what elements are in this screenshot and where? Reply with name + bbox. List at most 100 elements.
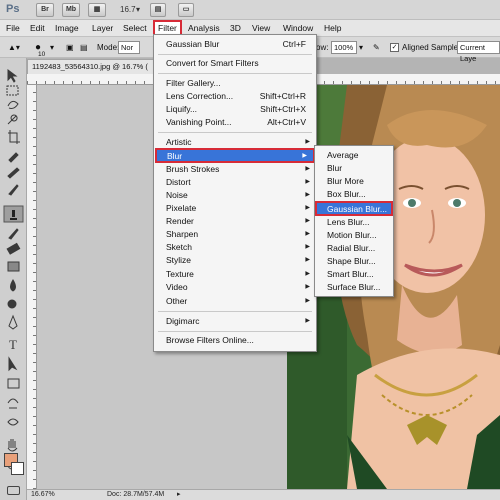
brush-panel-icon[interactable]: ▣	[66, 37, 74, 58]
menu-layer[interactable]: Layer	[92, 20, 113, 37]
3d-rotate-tool-icon[interactable]	[7, 398, 19, 409]
document-tab[interactable]: 1192483_53564310.jpg @ 16.7% (	[27, 59, 157, 74]
vertical-ruler[interactable]	[27, 85, 37, 489]
submenu-arrow-icon: ▶	[302, 153, 307, 159]
menu-item-render[interactable]: Render ▶	[154, 215, 316, 228]
submenu-item-smart-blur[interactable]: Smart Blur...	[315, 268, 393, 281]
sample-label: Sample:	[431, 43, 461, 52]
brush-tool-icon[interactable]	[8, 184, 19, 196]
sample-select[interactable]: Current Laye	[457, 41, 500, 63]
menu-item-texture[interactable]: Texture ▶	[154, 268, 316, 281]
submenu-arrow-icon: ▶	[305, 318, 310, 324]
flow-input[interactable]: 100%	[331, 41, 357, 54]
menu-item-sharpen[interactable]: Sharpen ▶	[154, 228, 316, 241]
brush-dropdown-icon[interactable]: ▾	[50, 37, 54, 58]
submenu-item-lens-blur[interactable]: Lens Blur...	[315, 216, 393, 229]
menu-item-other[interactable]: Other ▶	[154, 295, 316, 308]
menu-item-vanishing-point[interactable]: Vanishing Point... Alt+Ctrl+V	[154, 116, 316, 129]
submenu-item-blur[interactable]: Blur	[315, 162, 393, 175]
tools-panel: T	[0, 58, 27, 500]
submenu-item-shape-blur[interactable]: Shape Blur...	[315, 255, 393, 268]
crop-tool-icon[interactable]	[8, 130, 20, 144]
marquee-tool-icon[interactable]	[6, 85, 19, 96]
zoom-dropdown-icon[interactable]: ▾	[136, 3, 140, 17]
menu-item-brush-strokes[interactable]: Brush Strokes ▶	[154, 163, 316, 176]
menu-item-lens-correction[interactable]: Lens Correction... Shift+Ctrl+R	[154, 90, 316, 103]
menu-edit[interactable]: Edit	[30, 20, 45, 37]
menu-item-pixelate[interactable]: Pixelate ▶	[154, 202, 316, 215]
airbrush-icon[interactable]: ✎	[373, 37, 380, 58]
menu-help[interactable]: Help	[324, 20, 341, 37]
eyedropper-tool-icon[interactable]	[8, 152, 19, 163]
3d-camera-tool-icon[interactable]	[7, 418, 19, 426]
menu-separator	[158, 54, 312, 55]
flow-label: ow:	[316, 43, 329, 52]
status-document-size: Doc: 28.7M/57.4M	[107, 491, 165, 498]
quick-mask-icon[interactable]	[7, 486, 20, 495]
status-arrow-icon[interactable]: ▸	[177, 490, 181, 500]
menu-item-filter-gallery[interactable]: Filter Gallery...	[154, 77, 316, 90]
menu-item-liquify[interactable]: Liquify... Shift+Ctrl+X	[154, 103, 316, 116]
submenu-item-box-blur[interactable]: Box Blur...	[315, 188, 393, 201]
type-tool-icon[interactable]: T	[9, 337, 17, 352]
menu-item-digimarc[interactable]: Digimarc ▶	[154, 315, 316, 328]
filter-menu: Gaussian Blur Ctrl+F Convert for Smart F…	[153, 34, 317, 352]
menu-separator	[158, 311, 312, 312]
status-zoom[interactable]: 16.67%	[31, 490, 55, 500]
view-extras-button[interactable]: ▦	[88, 3, 106, 17]
mode-select[interactable]: Nor	[118, 41, 140, 54]
hand-tool-icon[interactable]	[7, 439, 18, 452]
history-brush-tool-icon[interactable]	[8, 228, 19, 240]
submenu-item-radial-blur[interactable]: Radial Blur...	[315, 242, 393, 255]
menu-item-sketch[interactable]: Sketch ▶	[154, 241, 316, 254]
submenu-arrow-icon: ▶	[305, 218, 310, 224]
dodge-tool-icon[interactable]	[7, 299, 17, 309]
menu-item-distort[interactable]: Distort ▶	[154, 176, 316, 189]
aligned-label: Aligned	[402, 43, 429, 52]
gradient-tool-icon[interactable]	[7, 261, 20, 272]
lasso-tool-icon[interactable]	[7, 100, 19, 109]
clone-source-icon[interactable]: ▤	[80, 37, 88, 58]
submenu-arrow-icon: ▶	[305, 271, 310, 277]
tool-preset-icon[interactable]: ▲▾	[8, 37, 20, 58]
pen-tool-icon[interactable]	[8, 314, 18, 330]
bridge-button[interactable]: Br	[36, 3, 54, 17]
eraser-tool-icon[interactable]	[6, 242, 21, 255]
background-color-swatch[interactable]	[11, 462, 24, 475]
menu-item-last-filter[interactable]: Gaussian Blur Ctrl+F	[154, 38, 316, 51]
submenu-item-motion-blur[interactable]: Motion Blur...	[315, 229, 393, 242]
healing-brush-tool-icon[interactable]	[7, 167, 20, 179]
menu-item-stylize[interactable]: Stylize ▶	[154, 254, 316, 267]
menu-item-blur[interactable]: Blur ▶	[155, 148, 315, 163]
menu-item-convert-smart-filters[interactable]: Convert for Smart Filters	[154, 57, 316, 70]
mode-label: Mode:	[97, 43, 120, 52]
submenu-arrow-icon: ▶	[305, 244, 310, 250]
submenu-item-blur-more[interactable]: Blur More	[315, 175, 393, 188]
menu-separator	[158, 331, 312, 332]
submenu-item-surface-blur[interactable]: Surface Blur...	[315, 281, 393, 294]
application-bar: Ps Br Mb ▦ 16.7 ▾ ▤ ▭	[0, 0, 500, 20]
mini-bridge-button[interactable]: Mb	[62, 3, 80, 17]
flow-dropdown-icon[interactable]: ▾	[359, 37, 363, 58]
menu-item-browse-filters-online[interactable]: Browse Filters Online...	[154, 334, 316, 347]
zoom-level[interactable]: 16.7	[120, 3, 136, 17]
arrange-documents-button[interactable]: ▤	[150, 3, 166, 17]
aligned-checkbox[interactable]: ✓	[390, 43, 399, 52]
submenu-item-average[interactable]: Average	[315, 149, 393, 162]
blur-submenu: Average Blur Blur More Box Blur... Gauss…	[314, 145, 394, 297]
screen-mode-button[interactable]: ▭	[178, 3, 194, 17]
menu-item-noise[interactable]: Noise ▶	[154, 189, 316, 202]
menu-file[interactable]: File	[6, 20, 20, 37]
submenu-arrow-icon: ▶	[305, 166, 310, 172]
path-selection-tool-icon[interactable]	[8, 356, 18, 372]
quick-selection-tool-icon[interactable]	[7, 114, 18, 125]
rectangle-tool-icon[interactable]	[7, 378, 20, 389]
menu-item-video[interactable]: Video ▶	[154, 281, 316, 294]
menu-image[interactable]: Image	[55, 20, 79, 37]
submenu-arrow-icon: ▶	[305, 257, 310, 263]
move-tool-icon[interactable]	[7, 69, 18, 83]
menu-select[interactable]: Select	[123, 20, 147, 37]
submenu-item-gaussian-blur[interactable]: Gaussian Blur...	[315, 201, 393, 216]
blur-tool-icon[interactable]	[10, 279, 16, 292]
status-bar: 16.67% Doc: 28.7M/57.4M ▸	[27, 489, 500, 500]
